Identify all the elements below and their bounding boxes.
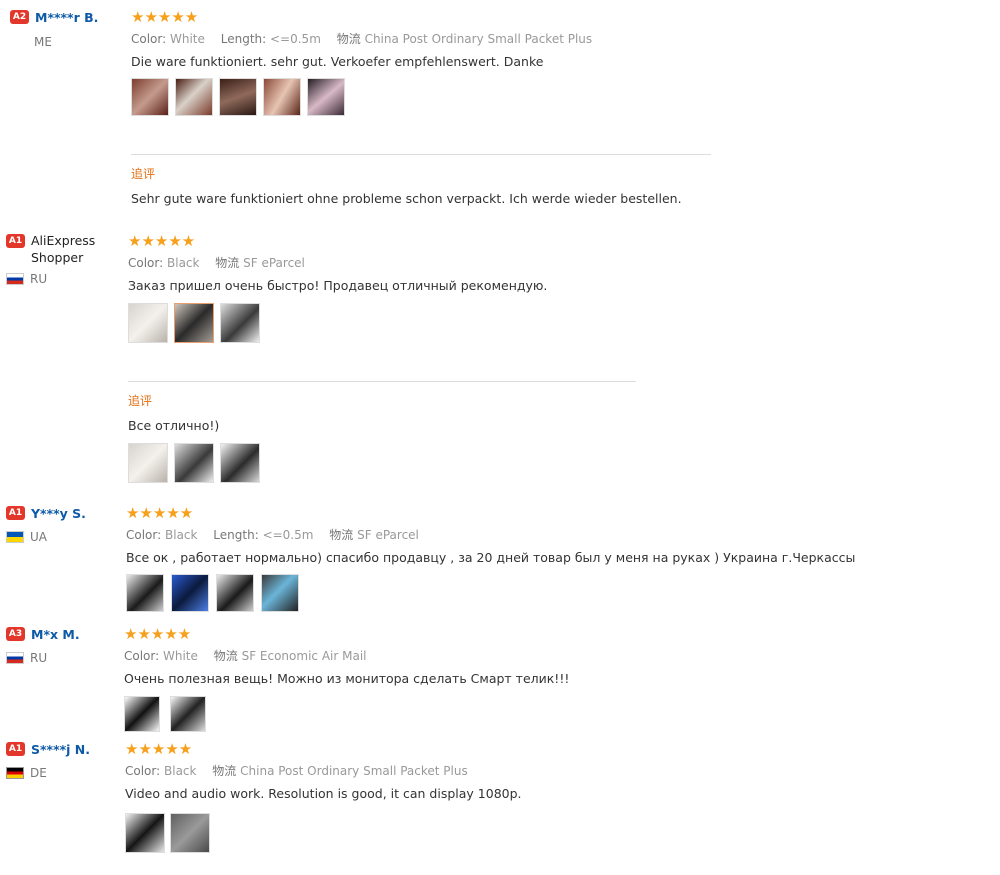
reviewer-info: A1 Y***y S. UA [6, 504, 121, 544]
review-image-thumbnail[interactable] [261, 574, 299, 612]
review-images [124, 696, 569, 732]
review-image-thumbnail[interactable] [219, 78, 257, 116]
level-badge: A3 [6, 627, 25, 641]
russia-flag-icon [6, 652, 24, 664]
review-images [128, 303, 636, 343]
review-image-thumbnail[interactable] [216, 574, 254, 612]
reviewer-country: RU [30, 651, 48, 665]
sku-info: Color: White Length: <=0.5m 物流 China Pos… [131, 32, 593, 46]
sku-info: Color: Black Length: <=0.5m 物流 SF eParce… [126, 528, 419, 542]
reviewer-name[interactable]: M*x M. [31, 627, 80, 642]
review-text: Все ок , работает нормально) спасибо про… [126, 550, 856, 565]
divider [131, 154, 711, 155]
reviewer-country: ME [34, 35, 52, 49]
sku-info: Color: Black 物流 SF eParcel [128, 256, 305, 270]
reviewer-name[interactable]: Y***y S. [31, 506, 86, 521]
review-image-thumbnail[interactable] [170, 813, 210, 853]
review-image-thumbnail[interactable] [220, 303, 260, 343]
review-image-thumbnail[interactable] [128, 303, 168, 343]
review-images [126, 574, 855, 612]
review-image-thumbnail[interactable] [220, 443, 260, 483]
review-text: Video and audio work. Resolution is good… [125, 786, 522, 801]
rating-stars: ★★★★★ [131, 8, 199, 26]
review-text: Заказ пришел очень быстро! Продавец отли… [128, 278, 548, 293]
followup-text: Sehr gute ware funktioniert ohne problem… [131, 191, 682, 206]
reviewer-country: RU [30, 272, 48, 286]
review-image-thumbnail[interactable] [126, 574, 164, 612]
divider [128, 381, 636, 382]
followup-label: 追评 [131, 167, 156, 181]
ukraine-flag-icon [6, 531, 24, 543]
level-badge: A1 [6, 506, 25, 520]
review-image-thumbnail[interactable] [124, 696, 160, 732]
reviewer-info: A2 M****r B. ME [10, 8, 125, 49]
review-image-thumbnail[interactable] [171, 574, 209, 612]
review-image-thumbnail[interactable] [174, 443, 214, 483]
sku-info: Color: White 物流 SF Economic Air Mail [124, 649, 367, 663]
russia-flag-icon [6, 273, 24, 285]
followup-images [128, 443, 636, 483]
review-image-thumbnail[interactable] [131, 78, 169, 116]
rating-stars: ★★★★★ [126, 504, 194, 522]
review-image-thumbnail[interactable] [125, 813, 165, 853]
rating-stars: ★★★★★ [124, 625, 192, 643]
reviewer-name[interactable]: M****r B. [35, 10, 98, 25]
reviewer-info: A1 S****j N. DE [6, 740, 121, 780]
level-badge: A2 [10, 10, 29, 24]
reviewer-country: UA [30, 530, 47, 544]
review-text: Очень полезная вещь! Можно из монитора с… [124, 671, 570, 686]
review-image-thumbnail[interactable] [175, 78, 213, 116]
rating-stars: ★★★★★ [125, 740, 193, 758]
review-image-thumbnail[interactable] [263, 78, 301, 116]
review-images [131, 78, 711, 116]
review-image-thumbnail[interactable] [174, 303, 214, 343]
review-images [125, 813, 522, 853]
germany-flag-icon [6, 767, 24, 779]
reviewer-info: A1 AliExpress Shopper RU [6, 232, 121, 286]
review-text: Die ware funktioniert. sehr gut. Verkoef… [131, 54, 544, 69]
reviewer-name[interactable]: AliExpress Shopper [31, 232, 121, 266]
level-badge: A1 [6, 234, 25, 248]
rating-stars: ★★★★★ [128, 232, 196, 250]
followup-label: 追评 [128, 394, 153, 408]
reviewer-country: DE [30, 766, 47, 780]
followup-text: Все отлично!) [128, 418, 220, 433]
review-image-thumbnail[interactable] [170, 696, 206, 732]
level-badge: A1 [6, 742, 25, 756]
reviewer-info: A3 M*x M. RU [6, 625, 121, 665]
reviewer-name[interactable]: S****j N. [31, 742, 90, 757]
review-image-thumbnail[interactable] [128, 443, 168, 483]
review-image-thumbnail[interactable] [307, 78, 345, 116]
sku-info: Color: Black 物流 China Post Ordinary Smal… [125, 764, 468, 778]
